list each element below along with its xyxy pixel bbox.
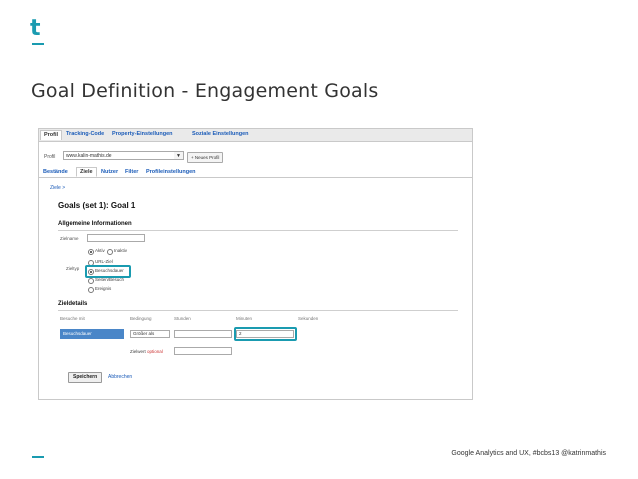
type-pages-radio[interactable] xyxy=(88,278,94,284)
type-url-label: URL-Ziel xyxy=(95,259,113,264)
footer-bar xyxy=(32,456,44,458)
brand-logo: t xyxy=(30,16,41,41)
status-inactive-radio[interactable] xyxy=(107,249,113,255)
save-button[interactable]: Speichern xyxy=(68,372,103,383)
tab-users[interactable]: Nutzer xyxy=(101,169,118,175)
goal-value-hint: optional xyxy=(147,349,163,354)
hours-input[interactable] xyxy=(174,330,232,338)
tab-social-settings[interactable]: Soziale Einstellungen xyxy=(192,131,249,137)
goal-details-heading: Zieldetails xyxy=(58,301,88,307)
general-info-heading: Allgemeine Informationen xyxy=(58,221,132,227)
status-active-label: Aktiv xyxy=(95,248,105,253)
tab-filter[interactable]: Filter xyxy=(125,169,138,175)
col-hours: Stunden xyxy=(174,316,191,321)
footer-text: Google Analytics and UX, #bcbs13 @katrin… xyxy=(451,450,606,457)
section-divider xyxy=(58,230,458,231)
tab-profile-settings[interactable]: Profileinstellungen xyxy=(146,169,196,175)
highlight-minutes-field xyxy=(234,327,297,341)
col-minutes: Minuten xyxy=(236,316,253,321)
col-visits-with: Besuche mit xyxy=(60,316,85,321)
tab-tracking-code[interactable]: Tracking-Code xyxy=(66,131,104,137)
slide-title: Goal Definition - Engagement Goals xyxy=(31,80,379,102)
profile-sub-tabs: Bestände Ziele Nutzer Filter Profileinst… xyxy=(39,166,472,178)
chevron-down-icon[interactable]: ▼ xyxy=(174,151,184,160)
goal-value-text: Zielwert xyxy=(130,349,146,354)
status-active-radio[interactable] xyxy=(88,249,94,255)
top-tab-bar: Profil Tracking-Code Property-Einstellun… xyxy=(39,129,472,142)
goal-value-input[interactable] xyxy=(174,347,232,355)
goal-value-label: Zielwert optional xyxy=(130,349,163,354)
profile-label: Profil xyxy=(44,154,56,160)
ga-admin-screenshot: Profil Tracking-Code Property-Einstellun… xyxy=(38,128,473,400)
tab-profil[interactable]: Profil xyxy=(40,130,63,140)
tab-goals[interactable]: Ziele xyxy=(76,167,97,177)
section-divider xyxy=(58,310,458,311)
goal-name-input[interactable] xyxy=(87,234,145,242)
condition-select[interactable]: Größer als xyxy=(130,330,170,338)
col-seconds: Sekunden xyxy=(298,316,319,321)
new-profile-button[interactable]: + Neues Profil xyxy=(187,152,224,163)
logo-underline xyxy=(32,43,44,45)
highlight-duration-option xyxy=(85,265,131,278)
tab-property-settings[interactable]: Property-Einstellungen xyxy=(112,131,173,137)
profile-select[interactable]: www.kalin-mathis.de xyxy=(63,151,183,160)
tab-assets[interactable]: Bestände xyxy=(43,169,68,175)
goal-name-label: Zielname xyxy=(60,236,79,241)
status-inactive-label: Inaktiv xyxy=(114,248,128,253)
type-event-label: Ereignis xyxy=(95,286,112,291)
back-to-goals-link[interactable]: Ziele > xyxy=(50,185,65,191)
row-label-duration: Besuchsdauer xyxy=(60,329,124,339)
goal-type-label: Zieltyp xyxy=(66,266,80,271)
cancel-link[interactable]: Abbrechen xyxy=(108,374,132,380)
type-event-radio[interactable] xyxy=(88,287,94,293)
goal-heading: Goals (set 1): Goal 1 xyxy=(58,201,136,210)
col-condition: Bedingung xyxy=(130,316,152,321)
